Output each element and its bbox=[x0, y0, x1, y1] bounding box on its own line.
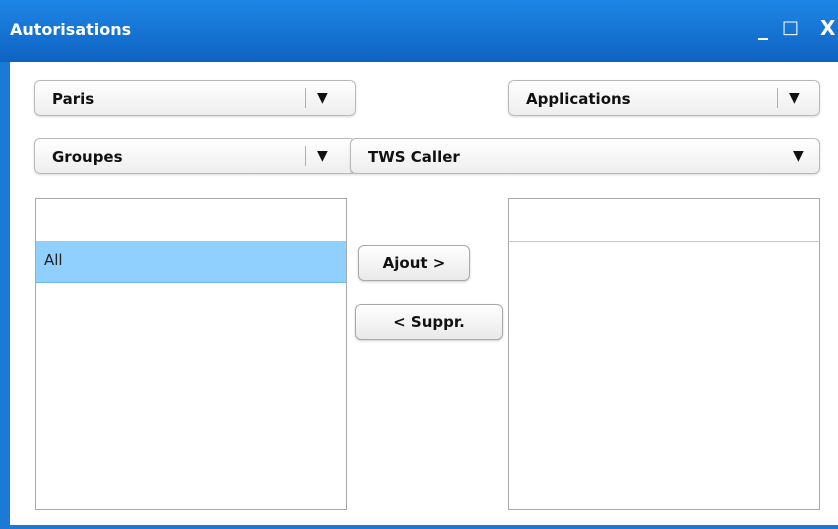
add-button[interactable]: Ajout > bbox=[358, 245, 470, 281]
chevron-down-icon[interactable]: ▼ bbox=[317, 148, 328, 164]
dropdown-separator bbox=[305, 146, 306, 166]
window-content: Paris ▼ Applications ▼ Groupes ▼ TWS Cal… bbox=[10, 62, 838, 525]
application-dropdown[interactable]: TWS Caller ▼ bbox=[350, 138, 820, 174]
authorizations-window: Autorisations _ □ X Paris ▼ Applications… bbox=[0, 0, 838, 529]
remove-button[interactable]: < Suppr. bbox=[355, 304, 503, 340]
list-item-label: All bbox=[44, 251, 63, 269]
list-header bbox=[509, 199, 819, 242]
list-header bbox=[36, 199, 346, 242]
title-bar[interactable]: Autorisations _ □ X bbox=[0, 0, 838, 62]
group-dropdown[interactable]: Groupes ▼ bbox=[34, 138, 356, 174]
location-dropdown[interactable]: Paris ▼ bbox=[34, 80, 356, 116]
available-groups-list[interactable]: All bbox=[35, 198, 347, 510]
dropdown-separator bbox=[305, 88, 306, 108]
group-dropdown-value: Groupes bbox=[52, 148, 123, 166]
list-item[interactable]: All bbox=[36, 241, 346, 283]
close-icon[interactable]: X bbox=[820, 18, 835, 38]
maximize-icon[interactable]: □ bbox=[782, 18, 799, 38]
chevron-down-icon[interactable]: ▼ bbox=[789, 90, 800, 106]
chevron-down-icon[interactable]: ▼ bbox=[317, 90, 328, 106]
window-title: Autorisations bbox=[10, 20, 132, 39]
type-dropdown[interactable]: Applications ▼ bbox=[508, 80, 820, 116]
type-dropdown-value: Applications bbox=[526, 90, 631, 108]
assigned-groups-list[interactable] bbox=[508, 198, 820, 510]
chevron-down-icon[interactable]: ▼ bbox=[793, 148, 804, 164]
application-dropdown-value: TWS Caller bbox=[368, 148, 460, 166]
location-dropdown-value: Paris bbox=[52, 90, 95, 108]
dropdown-separator bbox=[777, 88, 778, 108]
minimize-icon[interactable]: _ bbox=[758, 18, 768, 38]
